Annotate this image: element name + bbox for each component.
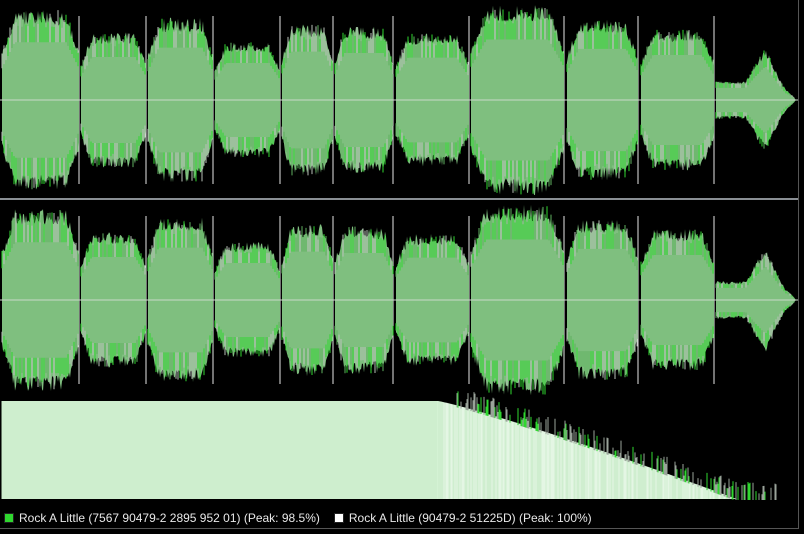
waveform-comparison-window: Rock A Little (7567 90479-2 2895 952 01)…: [0, 0, 799, 529]
legend-item-track-b: Rock A Little (90479-2 51225D) (Peak: 10…: [333, 510, 592, 525]
legend-swatch-track-a: [4, 512, 14, 523]
legend-swatch-track-b: [333, 512, 344, 523]
legend-label-track-b: Rock A Little (90479-2 51225D) (Peak: 10…: [348, 510, 592, 525]
waveform-visualization: [0, 0, 798, 500]
legend-bar: Rock A Little (7567 90479-2 2895 952 01)…: [0, 507, 798, 528]
legend-label-track-a: Rock A Little (7567 90479-2 2895 952 01)…: [19, 510, 320, 525]
legend-item-track-a: Rock A Little (7567 90479-2 2895 952 01)…: [4, 511, 320, 525]
